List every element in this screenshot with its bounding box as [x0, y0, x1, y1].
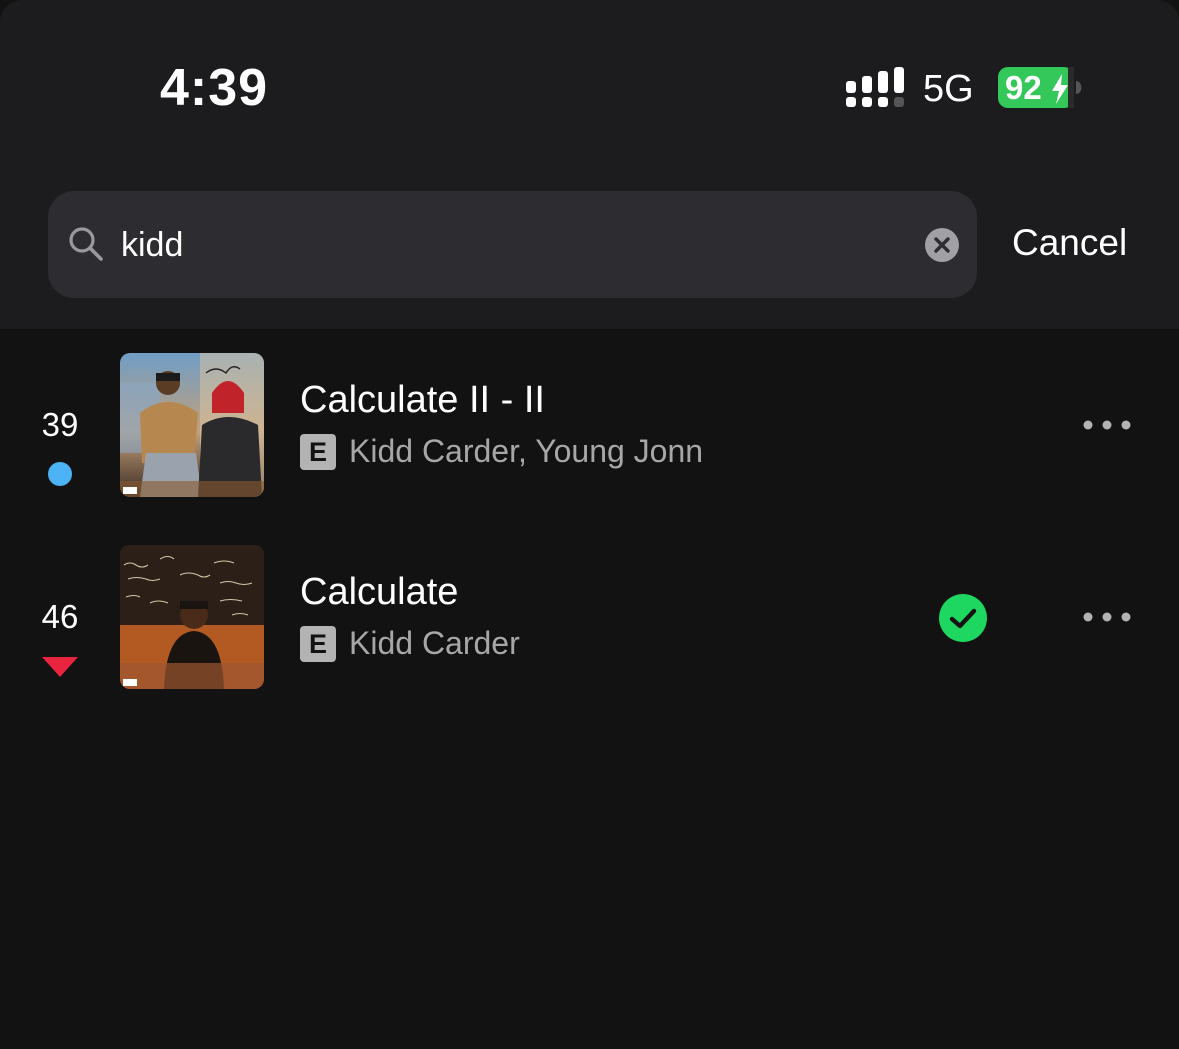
clear-search-icon[interactable]: [925, 228, 959, 262]
search-icon: [69, 227, 103, 261]
charging-bolt-icon: [1052, 74, 1068, 104]
chart-rank: 39: [41, 406, 79, 443]
track-artists: Kidd Carder, Young Jonn: [349, 433, 704, 469]
battery-percent: 92: [1005, 69, 1042, 106]
new-entry-dot-icon: [48, 462, 72, 486]
rank-down-arrow-icon: [42, 657, 78, 677]
album-art: [120, 353, 264, 497]
search-input[interactable]: [121, 224, 901, 266]
status-time: 4:39: [160, 59, 269, 117]
track-row[interactable]: 39 Calculate II - II E Kidd Carder, Youn…: [0, 351, 1179, 501]
track-artists: Kidd Carder: [349, 625, 520, 661]
explicit-badge: E: [300, 625, 336, 662]
track-subtitle: E Kidd Carder: [300, 625, 520, 662]
more-options-icon[interactable]: [1080, 417, 1136, 433]
cellular-signal-icon: [846, 67, 904, 107]
more-options-icon[interactable]: [1080, 609, 1136, 625]
track-subtitle: E Kidd Carder, Young Jonn: [300, 433, 703, 470]
explicit-badge: E: [300, 433, 336, 470]
track-row[interactable]: 46 Calculate E Kidd Carder: [0, 543, 1179, 693]
album-art: [120, 545, 264, 689]
track-title: Calculate: [300, 571, 459, 613]
cancel-button[interactable]: Cancel: [1012, 222, 1127, 264]
network-type: 5G: [923, 68, 974, 110]
downloaded-check-icon: [939, 594, 987, 642]
chart-rank: 46: [41, 598, 79, 635]
track-title: Calculate II - II: [300, 379, 545, 421]
